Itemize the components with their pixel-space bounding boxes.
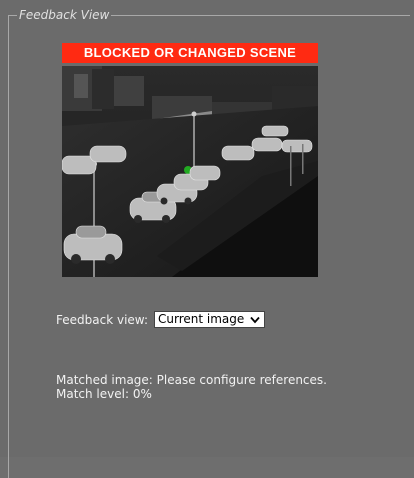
match-level-status: Match level: 0%: [56, 387, 152, 401]
group-title: Feedback View: [19, 8, 110, 22]
feedback-view-label: Feedback view:: [56, 312, 148, 327]
feedback-view-row: Feedback view: Current image: [56, 311, 266, 328]
chevron-down-icon: [250, 316, 260, 324]
feedback-view-select[interactable]: Current image: [153, 311, 266, 328]
alert-banner: BLOCKED OR CHANGED SCENE: [62, 43, 318, 63]
camera-image: [62, 66, 318, 277]
camera-scene: [62, 66, 318, 277]
feedback-view-selected-value: Current image: [157, 312, 245, 326]
feedback-panel: Feedback View BLOCKED OR CHANGED SCENE F…: [0, 0, 414, 478]
match-info: Matched image: Please configure referenc…: [56, 373, 327, 401]
matched-image-status: Matched image: Please configure referenc…: [56, 373, 327, 387]
